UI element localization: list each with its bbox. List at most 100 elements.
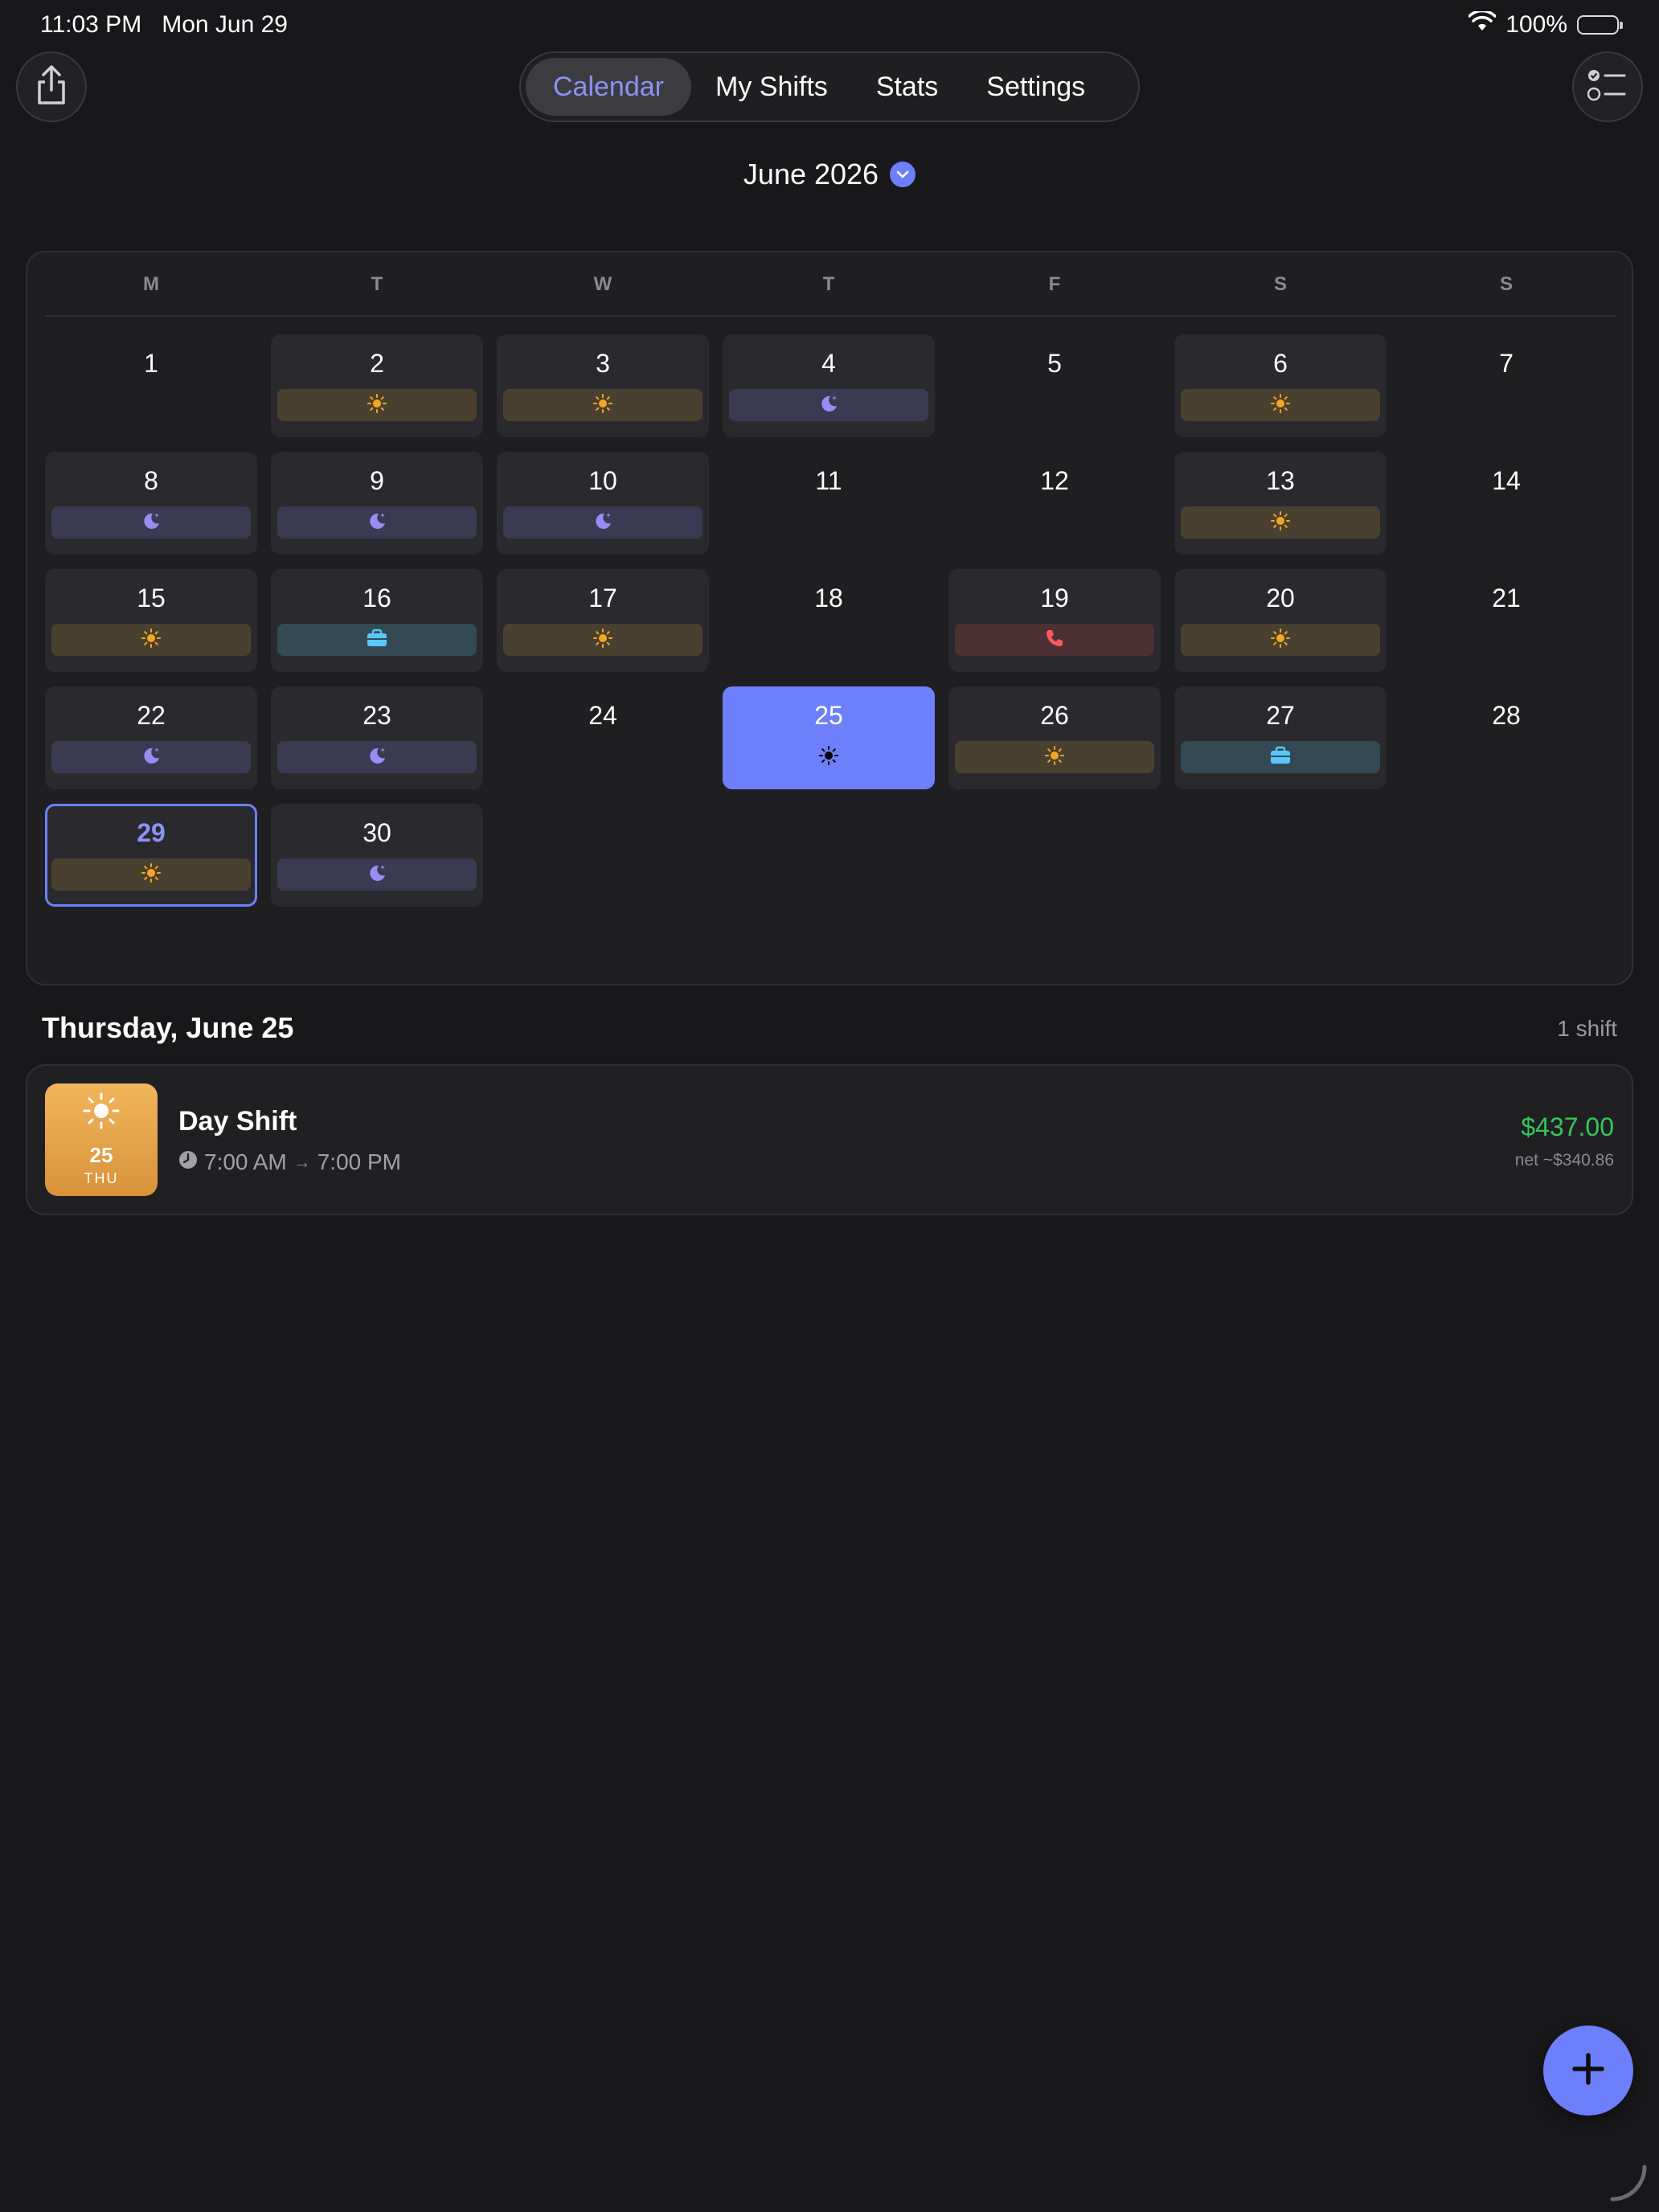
status-bar-time: 11:03 PM Mon Jun 29	[40, 11, 288, 39]
sun-icon	[1270, 510, 1291, 535]
day-number: 9	[370, 466, 384, 495]
weekday-label: M	[143, 273, 159, 295]
day-cell-1[interactable]: 1	[45, 334, 257, 437]
day-cell-12[interactable]: 12	[948, 452, 1161, 555]
sun-icon	[367, 393, 387, 418]
shift-indicator-work	[1181, 741, 1380, 773]
day-cell-24[interactable]: 24	[497, 686, 709, 789]
day-cell-3[interactable]: 3	[497, 334, 709, 437]
shift-indicator-night	[277, 506, 477, 539]
day-cell-8[interactable]: 8	[45, 452, 257, 555]
day-cell-10[interactable]: 10	[497, 452, 709, 555]
day-number: 2	[370, 349, 384, 378]
day-cell-14[interactable]: 14	[1400, 452, 1612, 555]
sun-icon	[818, 745, 839, 770]
day-number: 26	[1040, 701, 1069, 730]
tab-settings[interactable]: Settings	[962, 58, 1109, 116]
day-cell-29[interactable]: 29	[45, 804, 257, 907]
day-number: 14	[1492, 466, 1521, 495]
day-cell-20[interactable]: 20	[1174, 569, 1387, 672]
plus-icon	[1571, 2052, 1605, 2090]
day-cell-7[interactable]: 7	[1400, 334, 1612, 437]
checklist-button[interactable]	[1572, 51, 1643, 122]
status-bar-indicators: 100%	[1468, 9, 1623, 39]
shift-time-range: 7:00 AM → 7:00 PM	[178, 1149, 401, 1175]
day-number: 22	[137, 701, 166, 730]
day-number: 11	[815, 466, 842, 495]
day-cell-18[interactable]: 18	[723, 569, 935, 672]
day-cell-19[interactable]: 19	[948, 569, 1161, 672]
shift-pay: $437.00	[1521, 1112, 1614, 1141]
shift-indicator-day	[955, 741, 1154, 773]
moon-icon	[592, 510, 613, 535]
day-cell-23[interactable]: 23	[271, 686, 483, 789]
shift-indicator-night	[51, 506, 251, 539]
day-cell-4[interactable]: 4	[723, 334, 935, 437]
day-number: 15	[137, 584, 166, 612]
month-picker[interactable]: June 2026	[0, 158, 1659, 191]
moon-icon	[367, 510, 387, 535]
shift-card[interactable]: 25 THU Day Shift 7:00 AM → 7:00 PM $437.…	[26, 1064, 1633, 1215]
shift-indicator-night	[277, 741, 477, 773]
chevron-down-icon	[890, 162, 916, 187]
briefcase-icon	[366, 628, 388, 653]
shift-start: 7:00 AM	[204, 1149, 287, 1174]
day-cell-9[interactable]: 9	[271, 452, 483, 555]
sun-icon	[1044, 745, 1065, 770]
day-cell-25[interactable]: 25	[723, 686, 935, 789]
day-number: 28	[1492, 701, 1521, 730]
day-number: 19	[1040, 584, 1069, 612]
shift-indicator-night	[729, 389, 928, 421]
day-cell-13[interactable]: 13	[1174, 452, 1387, 555]
tab-calendar[interactable]: Calendar	[526, 58, 691, 116]
month-label: June 2026	[743, 158, 879, 190]
day-cell-16[interactable]: 16	[271, 569, 483, 672]
day-number: 25	[814, 701, 843, 730]
day-number: 20	[1266, 584, 1295, 612]
day-cell-26[interactable]: 26	[948, 686, 1161, 789]
shift-end: 7:00 PM	[317, 1149, 402, 1174]
add-shift-button[interactable]	[1543, 2026, 1633, 2116]
moon-icon	[818, 393, 839, 418]
day-cell-15[interactable]: 15	[45, 569, 257, 672]
weekday-label: F	[1048, 273, 1061, 295]
moon-icon	[367, 745, 387, 770]
day-cell-2[interactable]: 2	[271, 334, 483, 437]
shift-indicator-day	[729, 741, 928, 773]
shift-badge: 25 THU	[45, 1083, 158, 1196]
day-cell-22[interactable]: 22	[45, 686, 257, 789]
day-cell-5[interactable]: 5	[948, 334, 1161, 437]
day-number: 17	[588, 584, 617, 612]
share-icon	[34, 64, 69, 110]
shift-indicator-day	[51, 858, 251, 891]
moon-icon	[367, 862, 387, 887]
sun-icon	[592, 393, 613, 418]
day-cell-27[interactable]: 27	[1174, 686, 1387, 789]
shift-indicator-day	[51, 624, 251, 656]
day-cell-11[interactable]: 11	[723, 452, 935, 555]
shift-indicator-night	[277, 858, 477, 891]
day-cell-30[interactable]: 30	[271, 804, 483, 907]
briefcase-icon	[1269, 745, 1292, 770]
share-button[interactable]	[16, 51, 87, 122]
day-number: 21	[1492, 584, 1521, 612]
shift-indicator-call	[955, 624, 1154, 656]
day-cell-6[interactable]: 6	[1174, 334, 1387, 437]
day-cell-17[interactable]: 17	[497, 569, 709, 672]
tab-stats[interactable]: Stats	[852, 58, 962, 116]
phone-icon	[1044, 628, 1065, 653]
tab-my-shifts[interactable]: My Shifts	[691, 58, 852, 116]
shift-indicator-night	[51, 741, 251, 773]
sun-icon	[141, 628, 162, 653]
shift-net-pay: net ~$340.86	[1514, 1151, 1614, 1169]
badge-date: 25	[89, 1143, 113, 1167]
main-tab-bar: Calendar My Shifts Stats Settings	[519, 51, 1140, 122]
day-cell-28[interactable]: 28	[1400, 686, 1612, 789]
day-cell-21[interactable]: 21	[1400, 569, 1612, 672]
day-number: 7	[1499, 349, 1514, 378]
shift-name: Day Shift	[178, 1106, 297, 1137]
weekday-label: T	[822, 273, 835, 295]
sun-icon	[592, 628, 613, 653]
shift-count: 1 shift	[1557, 1016, 1617, 1041]
shift-indicator-day	[1181, 624, 1380, 656]
